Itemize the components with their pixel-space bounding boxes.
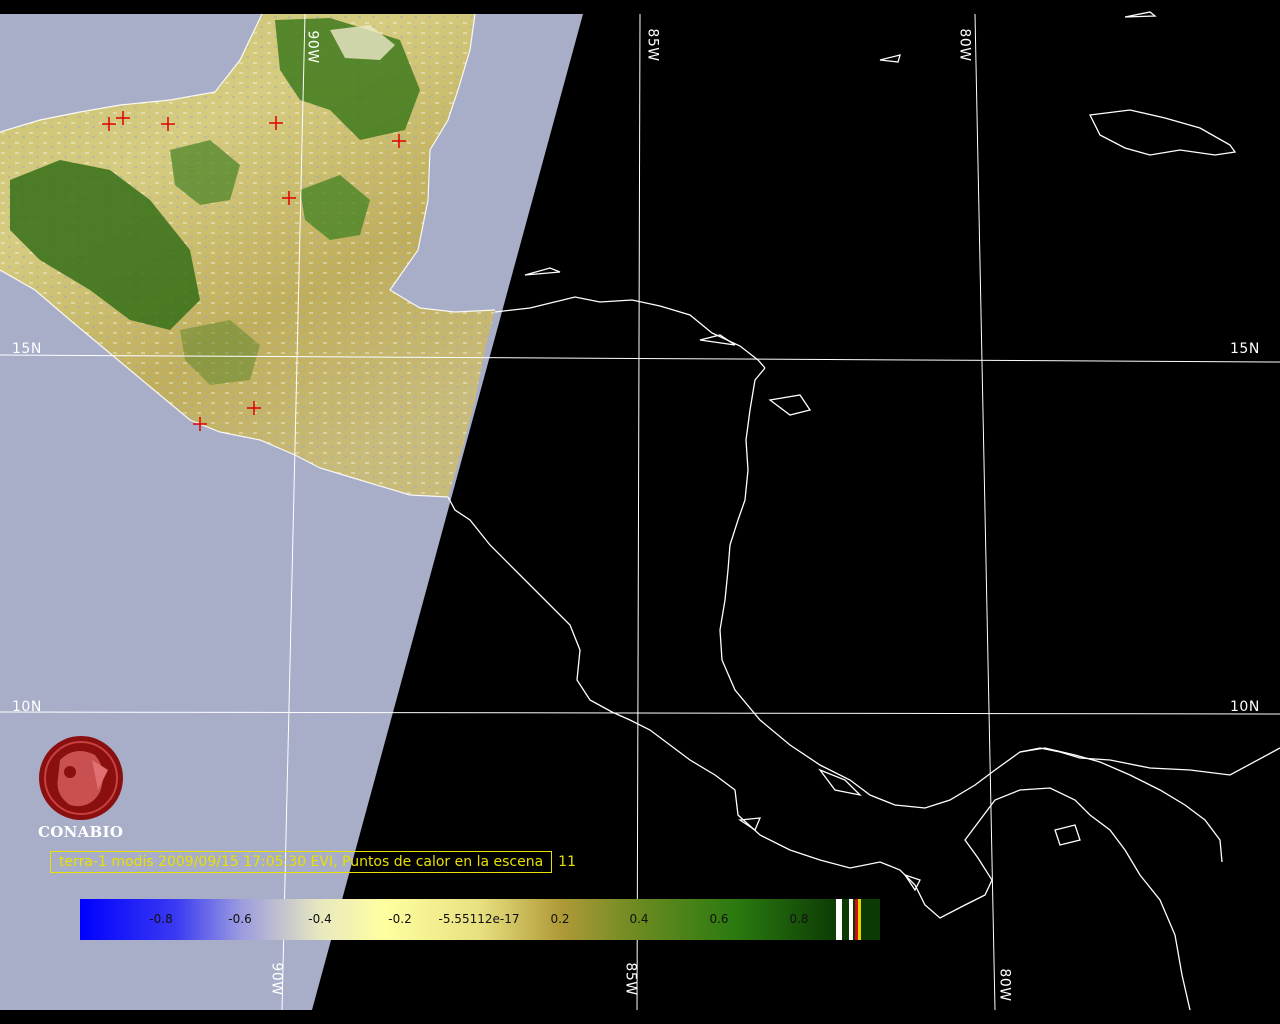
graticule-lon-80w (974, 13, 996, 1011)
colorbar-tick: 0.2 (550, 912, 570, 926)
lon-label-90w-bottom: 90W (268, 962, 285, 996)
hotspot-count: 11 (558, 854, 576, 870)
colorbar-white-segment (836, 899, 842, 940)
colorbar-tick: -0.6 (228, 912, 252, 926)
lat-label-15n-right: 15N (1230, 341, 1260, 357)
scene-caption: terra-1 modis 2009/09/15 17:05:30 EVI, P… (50, 851, 576, 873)
lat-label-15n-left: 15N (12, 341, 42, 357)
scene-caption-text: terra-1 modis 2009/09/15 17:05:30 EVI, P… (50, 851, 553, 873)
lat-label-10n-left: 10N (12, 699, 42, 715)
colorbar-yellow-segment (858, 899, 861, 940)
colorbar-tick: -0.4 (308, 912, 332, 926)
conabio-logo (39, 736, 123, 820)
colorbar-tick: -0.2 (388, 912, 412, 926)
lon-label-85w-top: 85W (644, 28, 661, 62)
colorbar-red-segment (855, 899, 858, 940)
lon-label-90w-top: 90W (304, 30, 321, 64)
graticule-lon-85w (636, 13, 641, 1011)
colorbar-tick: 0.6 (709, 912, 729, 926)
lon-label-80w-top: 80W (956, 28, 973, 62)
colorbar-tick: -5.55112e-17 (438, 912, 520, 926)
colorbar-tick: 0.8 (789, 912, 809, 926)
lat-label-10n-right: 10N (1230, 699, 1260, 715)
colorbar-tick: 0.4 (629, 912, 649, 926)
colorbar-white-segment (849, 899, 853, 940)
lon-label-80w-bottom: 80W (996, 968, 1013, 1002)
colorbar-tick: -0.8 (149, 912, 173, 926)
logo-text: CONABIO (38, 823, 124, 841)
lon-label-85w-bottom: 85W (622, 962, 639, 996)
